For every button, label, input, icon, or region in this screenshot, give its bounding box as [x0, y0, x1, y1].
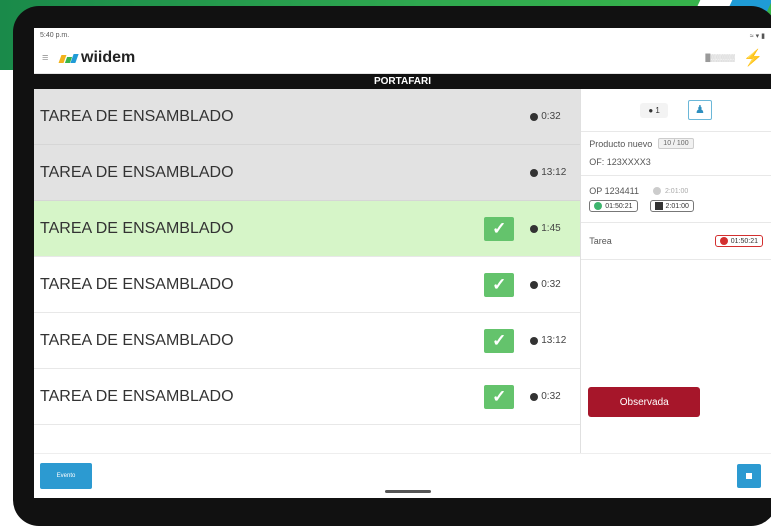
task-row[interactable]: TAREA DE ENSAMBLADO ✓ 13:12: [34, 313, 581, 369]
task-name: TAREA DE ENSAMBLADO: [40, 219, 234, 237]
clock-icon: [530, 168, 539, 177]
clock-icon: [530, 392, 539, 401]
product-line: Producto nuevo 10 / 100: [581, 132, 771, 149]
task-row[interactable]: TAREA DE ENSAMBLADO 0:32: [34, 89, 581, 145]
clock-icon: [530, 336, 539, 345]
product-label: Producto nuevo: [589, 138, 653, 149]
clock-icon: [530, 224, 539, 233]
task-time: 0:32: [530, 391, 580, 402]
op-label: OP 1234411: [589, 186, 639, 196]
planned-time: 2:01:00: [649, 200, 694, 212]
signal-indicator: █▒▒▒▒▒: [705, 54, 736, 62]
tarea-label: Tarea: [589, 236, 612, 246]
check-icon[interactable]: ✓: [484, 272, 515, 297]
task-time: 13:12: [530, 167, 580, 178]
task-row[interactable]: TAREA DE ENSAMBLADO ✓ 0:32: [34, 257, 581, 313]
task-row[interactable]: TAREA DE ENSAMBLADO ✓ 0:32: [34, 369, 581, 425]
of-label: OF: 123XXXX3: [581, 149, 771, 176]
header-right: █▒▒▒▒▒ ⚡: [705, 48, 763, 68]
menu-icon[interactable]: ≡: [42, 52, 54, 64]
user-icon[interactable]: ♟: [687, 100, 712, 120]
check-icon[interactable]: ✓: [484, 216, 515, 241]
page-title: PORTAFARI: [34, 74, 771, 89]
task-time: 0:32: [530, 111, 580, 122]
task-name: TAREA DE ENSAMBLADO: [40, 163, 234, 181]
task-name: TAREA DE ENSAMBLADO: [40, 387, 234, 405]
bolt-icon[interactable]: ⚡: [743, 48, 763, 68]
hourglass-icon: [654, 202, 663, 210]
observed-button[interactable]: Observada: [588, 387, 701, 417]
task-time: 1:45: [530, 223, 580, 234]
check-icon[interactable]: ✓: [484, 328, 515, 353]
stop-icon: [746, 473, 752, 479]
tarea-line: Tarea 01:50:21: [581, 223, 771, 260]
status-icons: ≈ ▾ ▮: [749, 32, 765, 40]
app-logo: wiidem: [81, 49, 136, 66]
app-header: ≡ wiidem █▒▒▒▒▒ ⚡: [34, 43, 771, 74]
tarea-time: 01:50:21: [714, 235, 763, 247]
elapsed-time: 01:50:21: [589, 200, 638, 212]
play-icon: [594, 202, 603, 210]
task-name: TAREA DE ENSAMBLADO: [40, 331, 234, 349]
op-times: 01:50:21 2:01:00: [581, 200, 771, 223]
clock-icon: [530, 280, 539, 289]
operator-count[interactable]: ● 1: [640, 102, 668, 118]
home-indicator[interactable]: [385, 490, 431, 493]
op-line: OP 1234411 2:01:00: [581, 176, 771, 200]
task-name: TAREA DE ENSAMBLADO: [40, 275, 234, 293]
op-muted-time: 2:01:00: [652, 187, 688, 195]
task-row[interactable]: TAREA DE ENSAMBLADO 13:12: [34, 145, 581, 201]
event-button[interactable]: Evento: [40, 463, 92, 489]
task-name: TAREA DE ENSAMBLADO: [40, 107, 234, 125]
tablet-screen: 5:40 p.m. ≈ ▾ ▮ ≡ wiidem █▒▒▒▒▒ ⚡ PORTAF…: [34, 28, 771, 498]
task-list: TAREA DE ENSAMBLADO 0:32 TAREA DE ENSAMB…: [34, 89, 581, 453]
product-tag: 10 / 100: [658, 138, 694, 149]
task-time: 0:32: [530, 279, 580, 290]
alert-icon: [719, 237, 728, 245]
panel-top: ● 1 ♟: [581, 89, 771, 132]
task-row[interactable]: TAREA DE ENSAMBLADO ✓ 1:45: [34, 201, 581, 257]
logo-icon: [58, 53, 79, 63]
check-icon[interactable]: ✓: [484, 384, 515, 409]
clock-icon: [652, 187, 661, 195]
status-bar: 5:40 p.m. ≈ ▾ ▮: [34, 28, 771, 43]
clock-icon: [530, 112, 539, 121]
stop-button[interactable]: [737, 464, 761, 488]
main-area: TAREA DE ENSAMBLADO 0:32 TAREA DE ENSAMB…: [34, 89, 771, 453]
detail-panel: ● 1 ♟ Producto nuevo 10 / 100 OF: 123XXX…: [580, 89, 771, 453]
task-time: 13:12: [530, 335, 580, 346]
status-time: 5:40 p.m.: [40, 32, 70, 39]
